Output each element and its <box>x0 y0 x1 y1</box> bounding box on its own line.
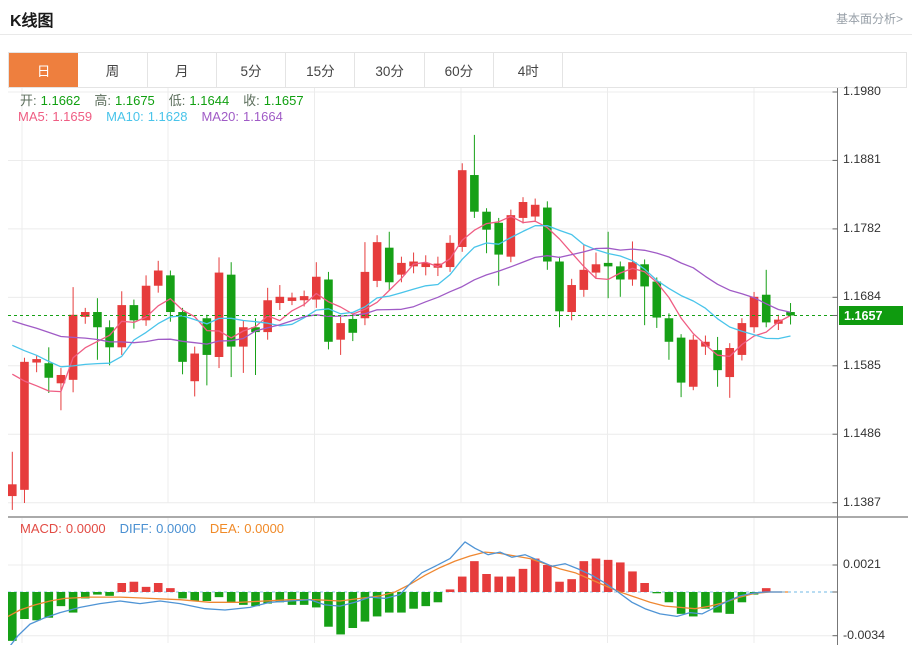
price-tick-2: 1.1782 <box>843 221 881 235</box>
macd-tick-lower: -0.0034 <box>843 628 885 642</box>
macd-value-0: 0.0000 <box>66 521 106 536</box>
price-tick-0: 1.1980 <box>843 84 881 98</box>
ohlc-label-3: 收: <box>243 93 260 108</box>
ma-label-0: MA5: <box>18 109 48 124</box>
macd-legend: MACD:0.0000DIFF:0.0000DEA:0.0000 <box>20 521 298 536</box>
macd-label-2: DEA: <box>210 521 240 536</box>
macd-value-1: 0.0000 <box>156 521 196 536</box>
macd-label-1: DIFF: <box>120 521 153 536</box>
ma-value-0: 1.1659 <box>52 109 92 124</box>
ma-label-2: MA20: <box>201 109 239 124</box>
ohlc-legend: 开: 1.1662 高: 1.1675 低:1.1644 收: 1.1657 <box>20 90 318 109</box>
current-price-badge: 1.1657 <box>839 306 903 325</box>
ma-legend: MA5: 1.1659 MA10: 1.1628 MA20: 1.1664 <box>18 109 297 124</box>
ohlc-label-0: 开: <box>20 93 37 108</box>
price-tick-6: 1.1387 <box>843 495 881 509</box>
ohlc-label-2: 低: <box>169 93 186 108</box>
price-tick-5: 1.1486 <box>843 426 881 440</box>
macd-value-2: 0.0000 <box>244 521 284 536</box>
ma-value-2: 1.1664 <box>243 109 283 124</box>
ohlc-label-1: 高: <box>94 93 111 108</box>
ma-value-1: 1.1628 <box>148 109 188 124</box>
ohlc-value-2: 1.1644 <box>189 93 229 108</box>
macd-tick-upper: 0.0021 <box>843 557 881 571</box>
kline-page: K线图 基本面分析> 日周月5分15分30分60分4时 开:1.1662高:1.… <box>0 0 912 645</box>
ma-label-1: MA10: <box>106 109 144 124</box>
price-tick-3: 1.1684 <box>843 289 881 303</box>
price-tick-4: 1.1585 <box>843 358 881 372</box>
price-tick-1: 1.1881 <box>843 152 881 166</box>
ohlc-value-0: 1.1662 <box>41 93 81 108</box>
ohlc-value-3: 1.1657 <box>264 93 304 108</box>
macd-label-0: MACD: <box>20 521 62 536</box>
ohlc-value-1: 1.1675 <box>115 93 155 108</box>
